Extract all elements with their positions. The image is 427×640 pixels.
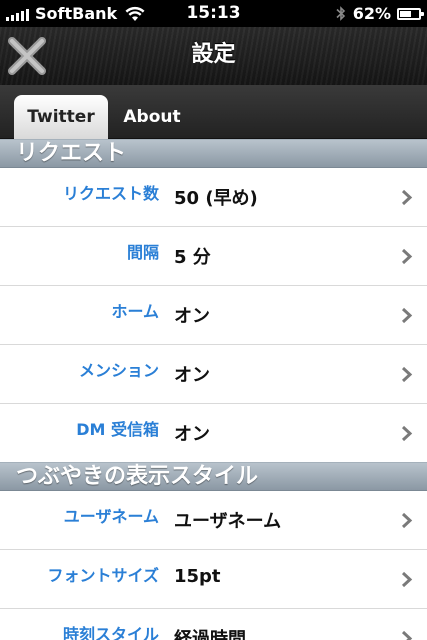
row-label: DM 受信箱 [76, 420, 159, 439]
close-x-icon[interactable] [6, 35, 48, 77]
chevron-right-icon [401, 307, 413, 324]
row-value: 50 (早め) [174, 188, 258, 209]
row-dm-inbox[interactable]: DM 受信箱 オン [0, 404, 427, 463]
page-title: 設定 [191, 42, 236, 67]
bluetooth-icon [336, 6, 345, 21]
tab-about[interactable]: About [112, 95, 192, 139]
tab-bar: Twitter About [0, 85, 427, 139]
row-label: リクエスト数 [62, 184, 159, 203]
row-request-count[interactable]: リクエスト数 50 (早め) [0, 168, 427, 227]
row-value: オン [174, 424, 210, 445]
row-value: 5 分 [174, 247, 211, 268]
row-label: フォントサイズ [47, 566, 159, 585]
battery-percent: 62% [352, 4, 391, 23]
row-label: ホーム [111, 302, 159, 321]
row-username[interactable]: ユーザネーム ユーザネーム [0, 491, 427, 550]
status-bar: SoftBank 15:13 62% [0, 0, 427, 27]
section-header-request: リクエスト [0, 139, 427, 168]
row-value: オン [174, 306, 210, 327]
row-font-size[interactable]: フォントサイズ 15pt [0, 550, 427, 609]
row-label: ユーザネーム [63, 507, 159, 526]
chevron-right-icon [401, 630, 413, 640]
row-value: オン [174, 365, 210, 386]
nav-bar: 設定 [0, 27, 427, 85]
row-mentions[interactable]: メンション オン [0, 345, 427, 404]
chevron-right-icon [401, 512, 413, 529]
chevron-right-icon [401, 425, 413, 442]
row-value: 経過時間 [174, 629, 246, 640]
row-interval[interactable]: 間隔 5 分 [0, 227, 427, 286]
settings-screen: SoftBank 15:13 62% 設定 Twitter About リクエス… [0, 0, 427, 640]
chevron-right-icon [401, 248, 413, 265]
status-right: 62% [335, 0, 424, 27]
row-label: メンション [78, 361, 159, 380]
row-value: ユーザネーム [174, 511, 282, 532]
chevron-right-icon [401, 366, 413, 383]
row-home[interactable]: ホーム オン [0, 286, 427, 345]
row-label: 時刻スタイル [62, 625, 159, 640]
chevron-right-icon [401, 189, 413, 206]
chevron-right-icon [401, 571, 413, 588]
row-value: 15pt [174, 566, 221, 587]
row-label: 間隔 [126, 243, 159, 262]
battery-fill [400, 10, 411, 17]
battery-icon [397, 7, 424, 20]
section-header-tweet-style: つぶやきの表示スタイル [0, 462, 427, 491]
row-time-style[interactable]: 時刻スタイル 経過時間 [0, 609, 427, 640]
tab-twitter[interactable]: Twitter [14, 95, 108, 139]
